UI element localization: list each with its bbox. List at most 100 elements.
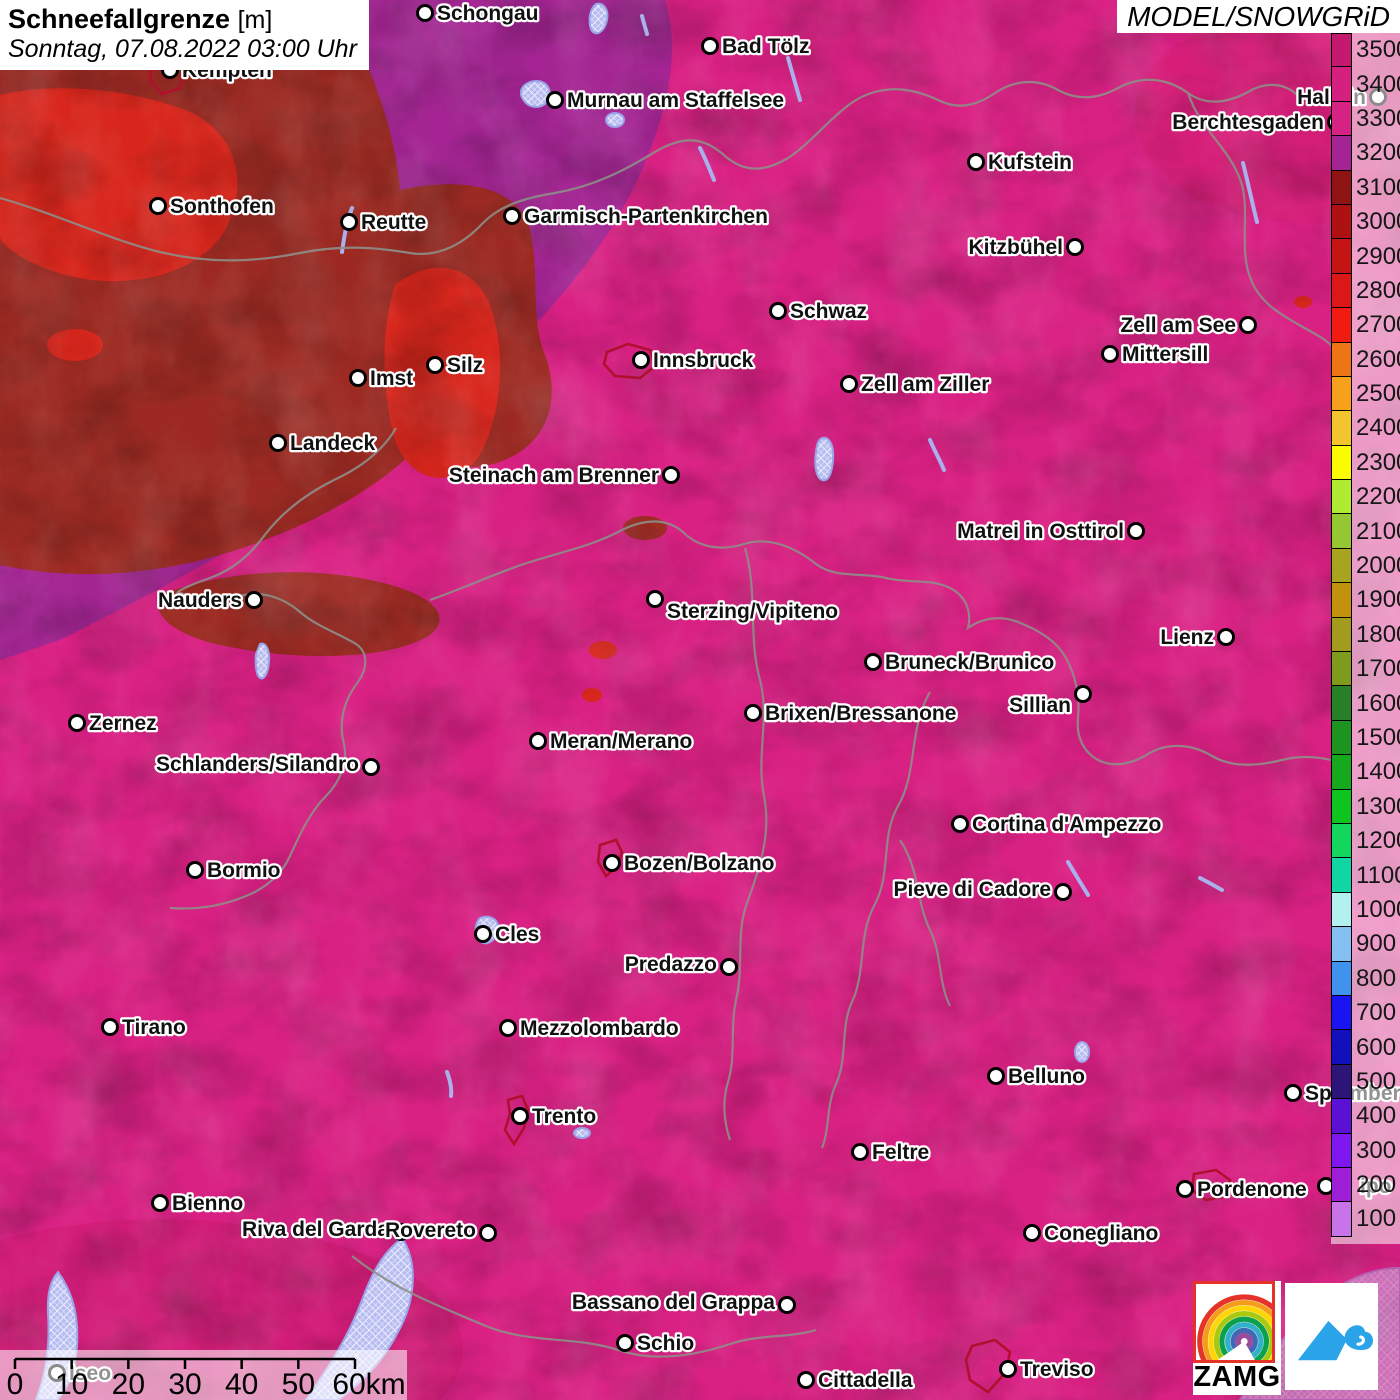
legend-value: 1800 xyxy=(1356,621,1400,649)
city-label: Bienno xyxy=(172,1192,243,1215)
legend-value: 1700 xyxy=(1356,655,1400,683)
city-label: Innsbruck xyxy=(653,349,754,372)
legend-swatch xyxy=(1331,686,1352,720)
city-label: Zell am See xyxy=(1120,314,1236,337)
legend-value: 2900 xyxy=(1356,243,1400,271)
city-dot xyxy=(1001,1362,1016,1377)
legend-row: 1800 xyxy=(1331,618,1400,652)
city-label: Bruneck/Brunico xyxy=(885,651,1054,674)
city: Murnau am Staffelsee xyxy=(548,89,785,112)
legend-swatch xyxy=(1331,274,1352,308)
legend-value: 1300 xyxy=(1356,793,1400,821)
legend-row: 1400 xyxy=(1331,755,1400,789)
mountain-cloud-icon xyxy=(1289,1294,1375,1380)
legend-row: 1500 xyxy=(1331,721,1400,755)
lake-small-1 xyxy=(606,113,624,127)
city-label: Sterzing/Vipiteno xyxy=(667,600,838,623)
city-dot xyxy=(188,863,203,878)
legend-row: 3400 xyxy=(1331,67,1400,101)
legend-swatch xyxy=(1331,1065,1352,1099)
legend-row: 1200 xyxy=(1331,824,1400,858)
scale-tick-label: 30 xyxy=(168,1368,201,1400)
city-label: Garmisch-Partenkirchen xyxy=(524,205,768,228)
city-label: Landeck xyxy=(290,432,376,455)
city-label: Zernez xyxy=(89,712,157,735)
legend-value: 900 xyxy=(1356,930,1396,958)
legend-swatch xyxy=(1331,136,1352,170)
scale-tick-label: 0 xyxy=(7,1368,24,1400)
model-label: MODEL/SNOWGRiD xyxy=(1117,0,1400,33)
legend-value: 1100 xyxy=(1356,862,1400,890)
legend-swatch xyxy=(1331,67,1352,101)
legend-value: 700 xyxy=(1356,999,1396,1027)
legend-row: 2700 xyxy=(1331,308,1400,342)
city: Bruneck/Brunico xyxy=(866,651,1055,674)
legend-swatch xyxy=(1331,171,1352,205)
city: Riva del Garda xyxy=(242,1218,409,1241)
legend-value: 3200 xyxy=(1356,139,1400,167)
city-dot xyxy=(799,1373,814,1388)
zamg-logo: ZAMG xyxy=(1193,1281,1281,1395)
city-label: Pieve di Cadore xyxy=(893,878,1051,901)
city-label: Cittadella xyxy=(818,1369,913,1392)
legend-swatch xyxy=(1331,618,1352,652)
legend-value: 3000 xyxy=(1356,208,1400,236)
city-label: Berchtesgaden xyxy=(1172,111,1324,134)
legend-row: 100 xyxy=(1331,1202,1400,1236)
city-label: Brixen/Bressanone xyxy=(765,702,956,725)
city-label: Imst xyxy=(370,367,413,390)
legend-row: 3500 xyxy=(1331,33,1400,67)
legend-value: 1600 xyxy=(1356,690,1400,718)
city-dot xyxy=(664,468,679,483)
city-label: Murnau am Staffelsee xyxy=(567,89,784,112)
city-dot xyxy=(1025,1226,1040,1241)
legend-value: 1900 xyxy=(1356,586,1400,614)
legend-value: 1200 xyxy=(1356,827,1400,855)
legend-row: 500 xyxy=(1331,1065,1400,1099)
city-dot xyxy=(605,856,620,871)
city-label: Schongau xyxy=(437,2,539,25)
legend-swatch xyxy=(1331,790,1352,824)
map-title: Schneefallgrenze [m] xyxy=(8,5,357,35)
city: Garmisch-Partenkirchen xyxy=(505,205,768,228)
legend-row: 300 xyxy=(1331,1134,1400,1168)
city-label: Kitzbühel xyxy=(969,236,1064,259)
scale-tick-label: 10 xyxy=(55,1368,88,1400)
legend-row: 2500 xyxy=(1331,377,1400,411)
city-dot xyxy=(103,1020,118,1035)
city-dot xyxy=(1068,240,1083,255)
city-dot xyxy=(648,592,663,607)
legend-value: 300 xyxy=(1356,1137,1396,1165)
legend-swatch xyxy=(1331,1134,1352,1168)
city-label: Riva del Garda xyxy=(242,1218,389,1241)
city-label: Cles xyxy=(495,923,539,946)
city-label: Bozen/Bolzano xyxy=(624,852,775,875)
legend-row: 2800 xyxy=(1331,274,1400,308)
city-label: Treviso xyxy=(1020,1358,1094,1381)
lake-santa-croce xyxy=(1075,1042,1089,1062)
city-dot xyxy=(953,817,968,832)
legend-swatch xyxy=(1331,652,1352,686)
city-label: Lienz xyxy=(1160,626,1214,649)
city-label: Schlanders/Silandro xyxy=(156,753,359,776)
city-dot xyxy=(271,436,286,451)
city-dot xyxy=(531,734,546,749)
city-label: Schwaz xyxy=(790,300,867,323)
city-label: Sillian xyxy=(1009,694,1071,717)
city-label: Sonthofen xyxy=(170,195,274,218)
legend-swatch xyxy=(1331,308,1352,342)
rainbow-arc xyxy=(1238,1335,1250,1346)
city-dot xyxy=(70,716,85,731)
city-label: Trento xyxy=(532,1105,596,1128)
legend-swatch xyxy=(1331,1030,1352,1064)
legend-row: 2400 xyxy=(1331,411,1400,445)
legend-value: 500 xyxy=(1356,1068,1396,1096)
legend-swatch xyxy=(1331,1168,1352,1202)
legend-value: 400 xyxy=(1356,1102,1396,1130)
legend-row: 1900 xyxy=(1331,583,1400,617)
city-dot xyxy=(969,155,984,170)
city: Bassano del Grappa xyxy=(572,1291,795,1314)
legend-row: 800 xyxy=(1331,962,1400,996)
legend-swatch xyxy=(1331,343,1352,377)
city-dot xyxy=(703,39,718,54)
